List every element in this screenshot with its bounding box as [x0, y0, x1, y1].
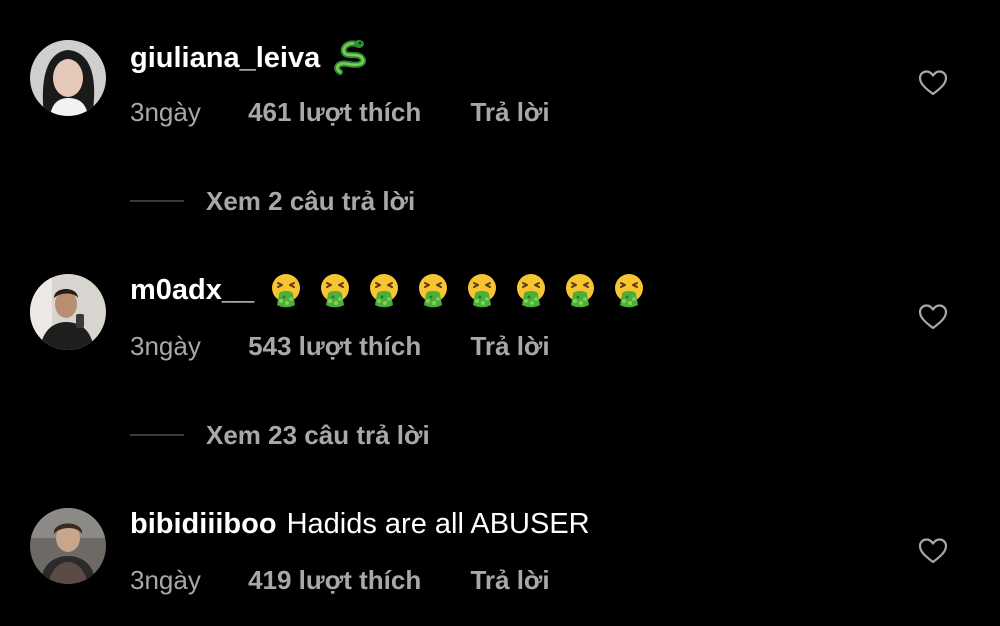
comment-meta: 3ngày 543 lượt thích Trả lời: [130, 330, 550, 362]
like-count[interactable]: 461 lượt thích: [248, 96, 421, 128]
heart-icon[interactable]: [917, 535, 949, 567]
username[interactable]: giuliana_leiva: [130, 40, 320, 76]
heart-icon[interactable]: [917, 67, 949, 99]
avatar[interactable]: [30, 274, 106, 350]
replies-divider: [130, 200, 184, 202]
comment-item: bibidiiiboo Hadids are all ABUSER 3ngày …: [0, 506, 1000, 626]
comment-header: bibidiiiboo Hadids are all ABUSER: [130, 506, 590, 542]
vomiting-face-emoji: [268, 272, 304, 308]
view-replies-label[interactable]: Xem 2 câu trả lời: [206, 186, 415, 217]
vomiting-face-emoji: [317, 272, 353, 308]
vomiting-face-emoji: [562, 272, 598, 308]
view-replies-button[interactable]: Xem 23 câu trả lời: [130, 420, 430, 450]
replies-divider: [130, 434, 184, 436]
view-replies-label[interactable]: Xem 23 câu trả lời: [206, 420, 430, 451]
comment-item: m0adx__ 3ngày 543 lượt thích Trả lời: [0, 272, 1000, 392]
comment-item: giuliana_leiva 3ngày 461 lượt thích Trả …: [0, 38, 1000, 158]
vomiting-face-emoji: [464, 272, 500, 308]
heart-icon[interactable]: [917, 301, 949, 333]
avatar[interactable]: [30, 40, 106, 116]
comment-age: 3ngày: [130, 97, 201, 127]
emoji-row: [268, 272, 660, 308]
username[interactable]: bibidiiiboo: [130, 506, 277, 542]
comment-age: 3ngày: [130, 331, 201, 361]
snake-emoji: [332, 38, 372, 78]
view-replies-button[interactable]: Xem 2 câu trả lời: [130, 186, 415, 216]
like-count[interactable]: 419 lượt thích: [248, 564, 421, 596]
comment-age: 3ngày: [130, 565, 201, 595]
comment-meta: 3ngày 461 lượt thích Trả lời: [130, 96, 550, 128]
vomiting-face-emoji: [415, 272, 451, 308]
username[interactable]: m0adx__: [130, 272, 254, 308]
reply-button[interactable]: Trả lời: [470, 96, 549, 128]
like-count[interactable]: 543 lượt thích: [248, 330, 421, 362]
reply-button[interactable]: Trả lời: [470, 330, 549, 362]
comment-header: m0adx__: [130, 272, 660, 308]
comment-meta: 3ngày 419 lượt thích Trả lời: [130, 564, 550, 596]
vomiting-face-emoji: [366, 272, 402, 308]
comment-header: giuliana_leiva: [130, 38, 372, 78]
avatar[interactable]: [30, 508, 106, 584]
comment-text: Hadids are all ABUSER: [286, 508, 590, 540]
vomiting-face-emoji: [611, 272, 647, 308]
vomiting-face-emoji: [513, 272, 549, 308]
reply-button[interactable]: Trả lời: [470, 564, 549, 596]
